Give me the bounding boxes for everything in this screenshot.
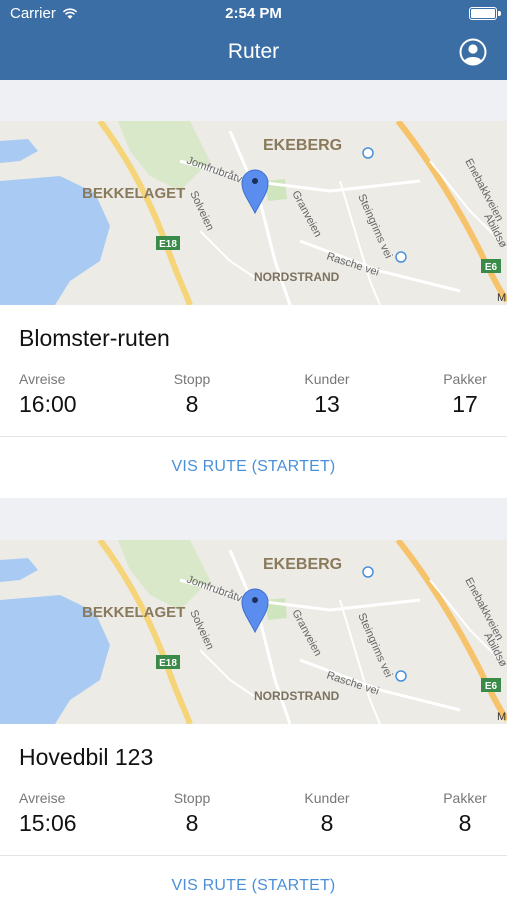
route-map[interactable]: EKEBERG BEKKELAGET NORDSTRAND Jomfrubråt… <box>0 121 507 305</box>
divider <box>0 436 507 437</box>
road-shield-e18-label: E18 <box>159 658 177 669</box>
stat-label-pakker: Pakker <box>443 790 487 806</box>
route-name: Blomster-ruten <box>19 325 170 351</box>
transit-icon <box>362 147 374 159</box>
clock: 2:54 PM <box>225 5 282 22</box>
stat-value-stopp: 8 <box>185 391 199 417</box>
stat-label-stopp: Stopp <box>173 371 211 387</box>
stat-value-kunder: 13 <box>314 391 340 417</box>
route-map[interactable]: EKEBERG BEKKELAGET NORDSTRAND Jomfrubråt… <box>0 540 507 724</box>
stat-value-pakker: 8 <box>458 810 472 836</box>
road-shield-e6-label: E6 <box>485 262 498 273</box>
divider <box>0 855 507 856</box>
stat-label-pakker: Pakker <box>443 371 487 387</box>
transit-icon <box>362 566 374 578</box>
route-name: Hovedbil 123 <box>19 744 154 770</box>
page-title: Ruter <box>227 40 280 63</box>
battery-icon <box>469 7 501 20</box>
map-label-ekeberg: EKEBERG <box>263 137 342 154</box>
stat-label-kunder: Kunder <box>304 790 350 806</box>
stat-value-avreise: 16:00 <box>19 391 77 417</box>
navigation-bar: Ruter <box>0 28 507 80</box>
stat-value-avreise: 15:06 <box>19 810 77 836</box>
map-graphic: EKEBERG BEKKELAGET NORDSTRAND Jomfrubråt… <box>0 121 507 305</box>
map-label-bekkelaget: BEKKELAGET <box>82 185 185 202</box>
route-card: EKEBERG BEKKELAGET NORDSTRAND Jomfrubråt… <box>0 540 507 900</box>
view-route-button[interactable]: VIS RUTE (STARTET) <box>0 458 507 476</box>
map-label-ekeberg: EKEBERG <box>263 556 342 573</box>
map-edge-label: M <box>497 711 506 723</box>
stat-label-kunder: Kunder <box>304 371 350 387</box>
map-edge-label: M <box>497 292 506 304</box>
stat-value-stopp: 8 <box>185 810 199 836</box>
stat-label-avreise: Avreise <box>19 371 66 387</box>
stat-value-pakker: 17 <box>452 391 478 417</box>
stat-value-kunder: 8 <box>320 810 334 836</box>
stat-label-avreise: Avreise <box>19 790 66 806</box>
status-bar: Carrier 2:54 PM <box>0 0 507 28</box>
road-shield-e18-label: E18 <box>159 239 177 250</box>
profile-icon[interactable] <box>459 38 487 66</box>
map-label-nordstrand: NORDSTRAND <box>254 689 340 703</box>
map-label-nordstrand: NORDSTRAND <box>254 270 340 284</box>
view-route-button[interactable]: VIS RUTE (STARTET) <box>0 877 507 895</box>
transit-icon <box>395 251 407 263</box>
map-label-bekkelaget: BEKKELAGET <box>82 604 185 621</box>
transit-icon <box>395 670 407 682</box>
map-graphic: EKEBERG BEKKELAGET NORDSTRAND Jomfrubråt… <box>0 540 507 724</box>
route-card: EKEBERG BEKKELAGET NORDSTRAND Jomfrubråt… <box>0 121 507 498</box>
road-shield-e6-label: E6 <box>485 681 498 692</box>
stat-label-stopp: Stopp <box>173 790 211 806</box>
